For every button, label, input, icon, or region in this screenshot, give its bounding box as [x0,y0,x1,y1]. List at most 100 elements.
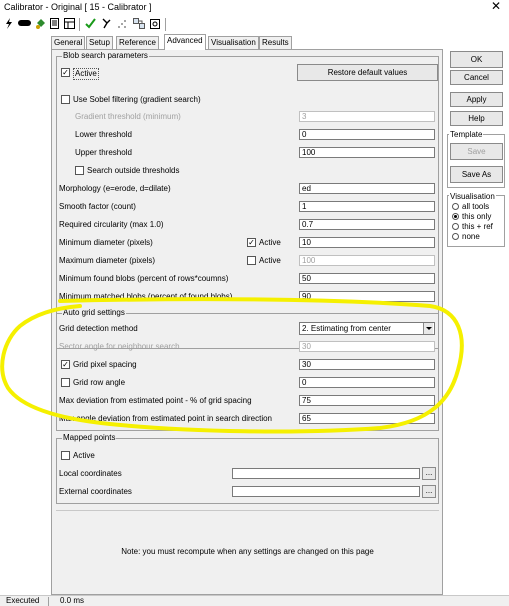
min-matched-blobs-label: Minimum matched blobs (percent of found … [59,292,233,301]
recompute-note: Note: you must recompute when any settin… [121,547,374,556]
grid-method-select[interactable]: 2. Estimating from center [299,322,435,335]
dots-icon[interactable] [116,18,128,31]
mapped-active-label: Active [73,451,95,460]
sector-angle-input[interactable]: 30 [299,341,435,352]
group-title: Mapped points [62,433,117,443]
note-area: Note: you must recompute when any settin… [56,510,439,594]
tab-reference[interactable]: Reference [116,36,159,49]
sobel-checkbox[interactable] [61,95,70,104]
min-diameter-active-checkbox[interactable]: ✓ [247,238,256,247]
status-state: Executed [6,596,40,605]
upper-threshold-label: Upper threshold [75,148,132,157]
ruler-icon[interactable] [17,18,31,31]
max-diameter-active-label: Active [259,256,281,265]
min-found-blobs-label: Minimum found blobs (percent of rows*cou… [59,274,229,283]
auto-grid-group: Auto grid settings Grid detection method… [56,308,439,431]
vis-option-label: this + ref [462,222,493,231]
toolbar-separator [165,18,166,31]
window-title: Calibrator - Original [ 15 - Calibrator … [4,2,152,12]
morphology-input[interactable]: ed [299,183,435,194]
blob-active-checkbox[interactable]: ✓ [61,68,70,77]
blob-search-group: Blob search parameters ✓ Active Restore … [56,51,439,349]
morphology-label: Morphology (e=erode, d=dilate) [59,184,171,193]
toolbar-separator [79,18,80,31]
grid-row-angle-input[interactable]: 0 [299,377,435,388]
external-coordinates-input[interactable] [232,486,420,497]
chevron-down-icon[interactable] [423,323,433,334]
apply-button[interactable]: Apply [450,92,503,107]
max-angle-deviation-input[interactable]: 65 [299,413,435,424]
clipboard-icon[interactable] [149,18,161,31]
max-angle-deviation-label: Max angle deviation from estimated point… [59,414,272,423]
vis-radio-this-only[interactable] [452,213,459,220]
min-diameter-active-label: Active [259,238,281,247]
outside-thresholds-label: Search outside thresholds [87,166,180,175]
grid-row-angle-checkbox[interactable] [61,378,70,387]
grid-method-value: 2. Estimating from center [302,324,391,333]
grid-spacing-label: Grid pixel spacing [73,360,137,369]
lower-threshold-input[interactable]: 0 [299,129,435,140]
smooth-factor-input[interactable]: 1 [299,201,435,212]
max-deviation-label: Max deviation from estimated point - % o… [59,396,252,405]
ok-button[interactable]: OK [450,51,503,68]
max-diameter-label: Maximum diameter (pixels) [59,256,156,265]
outside-thresholds-checkbox[interactable] [75,166,84,175]
group-title: Auto grid settings [62,308,126,318]
gradient-threshold-label: Gradient threshold (minimum) [75,112,181,121]
grid-icon[interactable] [63,18,75,31]
mapped-points-group: Mapped points Active Local coordinates .… [56,433,439,504]
min-diameter-label: Minimum diameter (pixels) [59,238,153,247]
grid-spacing-input[interactable]: 30 [299,359,435,370]
restore-defaults-button[interactable]: Restore default values [297,64,438,81]
status-bar: Executed 0.0 ms [0,595,509,606]
toolbar [0,15,509,34]
visualisation-title: Visualisation [449,192,496,201]
advanced-panel: Blob search parameters ✓ Active Restore … [51,49,443,595]
grid-row-angle-label: Grid row angle [73,378,126,387]
local-coordinates-label: Local coordinates [59,469,122,478]
lightning-icon[interactable] [4,18,14,31]
close-icon[interactable]: ✕ [491,0,501,13]
local-browse-button[interactable]: ... [422,467,436,480]
vis-radio-this-ref[interactable] [452,223,459,230]
max-diameter-active-checkbox[interactable] [247,256,256,265]
visualisation-group: Visualisation all tools this only this +… [447,192,505,247]
vis-radio-none[interactable] [452,233,459,240]
sobel-label: Use Sobel filtering (gradient search) [73,95,201,104]
document-icon[interactable] [49,18,60,31]
checkmark-icon[interactable] [84,18,96,31]
tab-advanced[interactable]: Advanced [164,34,206,50]
circularity-input[interactable]: 0.7 [299,219,435,230]
smooth-factor-label: Smooth factor (count) [59,202,136,211]
vis-option-label: none [462,232,480,241]
local-coordinates-input[interactable] [232,468,420,479]
vis-radio-all[interactable] [452,203,459,210]
mapped-active-checkbox[interactable] [61,451,70,460]
scale-icon[interactable] [100,18,112,31]
tab-visualisation[interactable]: Visualisation [208,36,259,49]
circularity-label: Required circularity (max 1.0) [59,220,164,229]
external-browse-button[interactable]: ... [422,485,436,498]
save-button[interactable]: Save [450,143,503,160]
min-diameter-input[interactable]: 10 [299,237,435,248]
help-button[interactable]: Help [450,111,503,126]
pipeline-icon[interactable] [132,18,145,31]
template-title: Template [449,130,484,139]
max-deviation-input[interactable]: 75 [299,395,435,406]
gradient-threshold-input[interactable]: 3 [299,111,435,122]
blob-active-label: Active [73,68,99,80]
tab-results[interactable]: Results [259,36,292,49]
save-as-button[interactable]: Save As [450,166,503,183]
grid-method-label: Grid detection method [59,324,138,333]
upper-threshold-input[interactable]: 100 [299,147,435,158]
grid-spacing-checkbox[interactable]: ✓ [61,360,70,369]
paint-bucket-icon[interactable] [34,18,46,31]
group-title: Blob search parameters [62,51,149,61]
max-diameter-input[interactable]: 100 [299,255,435,266]
min-matched-blobs-input[interactable]: 90 [299,291,435,302]
min-found-blobs-input[interactable]: 50 [299,273,435,284]
cancel-button[interactable]: Cancel [450,70,503,85]
tab-setup[interactable]: Setup [86,36,113,49]
external-coordinates-label: External coordinates [59,487,132,496]
tab-general[interactable]: General [51,36,86,49]
